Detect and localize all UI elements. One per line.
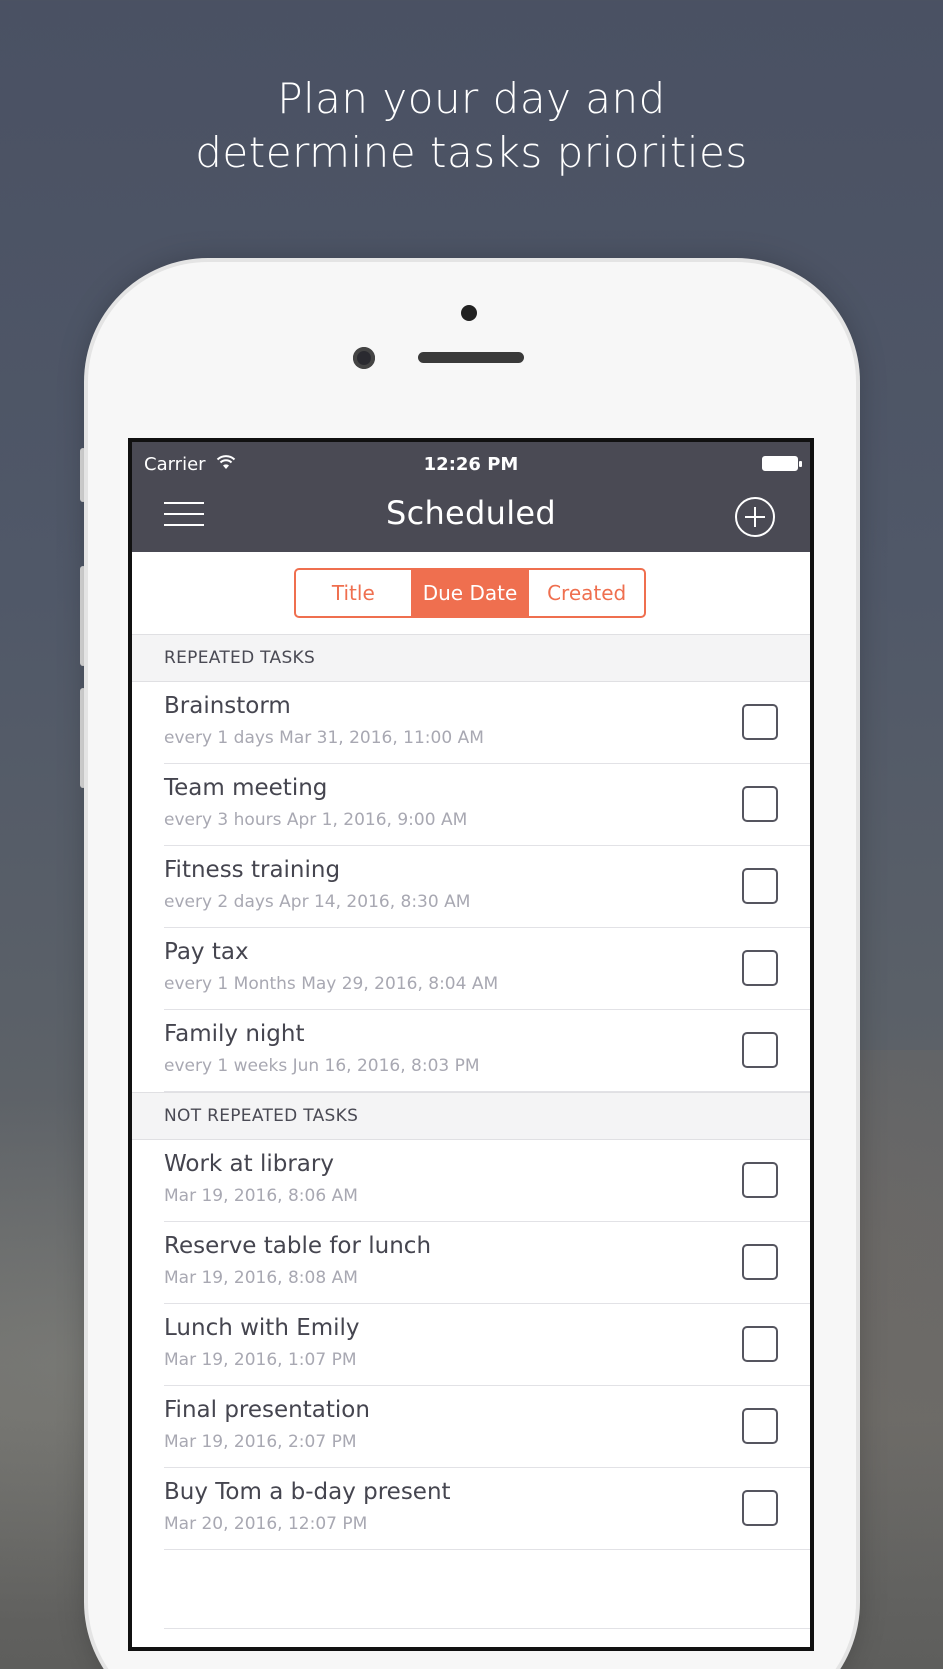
list-item[interactable]: Family night every 1 weeks Jun 16, 2016,…: [132, 1010, 810, 1092]
list-item[interactable]: Pay tax every 1 Months May 29, 2016, 8:0…: [132, 928, 810, 1010]
task-date: Mar 19, 2016, 8:06 AM: [164, 1186, 358, 1206]
not-repeated-task-list: Work at library Mar 19, 2016, 8:06 AM Re…: [132, 1140, 810, 1550]
task-title: Buy Tom a b-day present: [164, 1479, 451, 1505]
proximity-sensor: [461, 305, 477, 321]
task-checkbox[interactable]: [742, 1326, 778, 1362]
volume-down-button: [80, 688, 86, 788]
mute-switch: [80, 448, 86, 502]
task-schedule: every 1 days Mar 31, 2016, 11:00 AM: [164, 728, 484, 748]
tab-created[interactable]: Created: [527, 570, 644, 616]
task-date: Mar 20, 2016, 12:07 PM: [164, 1514, 368, 1534]
battery-icon: [762, 456, 802, 471]
navigation-bar: Carrier 12:26 PM Scheduled: [132, 442, 810, 552]
volume-up-button: [80, 566, 86, 666]
task-checkbox[interactable]: [742, 1408, 778, 1444]
task-schedule: every 1 Months May 29, 2016, 8:04 AM: [164, 974, 499, 994]
tab-due-date[interactable]: Due Date: [410, 570, 528, 616]
task-date: Mar 19, 2016, 8:08 AM: [164, 1268, 358, 1288]
sort-segmented-control: Title Due Date Created: [294, 568, 646, 618]
list-item[interactable]: Lunch with Emily Mar 19, 2016, 1:07 PM: [132, 1304, 810, 1386]
task-checkbox[interactable]: [742, 950, 778, 986]
task-schedule: every 1 weeks Jun 16, 2016, 8:03 PM: [164, 1056, 480, 1076]
task-checkbox[interactable]: [742, 786, 778, 822]
task-schedule: every 3 hours Apr 1, 2016, 9:00 AM: [164, 810, 468, 830]
marketing-headline: Plan your day and determine tasks priori…: [0, 72, 943, 180]
task-title: Fitness training: [164, 857, 341, 883]
task-title: Final presentation: [164, 1397, 370, 1423]
headline-line-1: Plan your day and: [277, 74, 666, 123]
plus-circle-icon[interactable]: [735, 497, 775, 537]
task-checkbox[interactable]: [742, 704, 778, 740]
app-screen: Carrier 12:26 PM Scheduled Title Due Dat…: [128, 438, 814, 1651]
page-title: Scheduled: [385, 494, 557, 532]
task-checkbox[interactable]: [742, 868, 778, 904]
tab-title[interactable]: Title: [296, 570, 411, 616]
section-header-repeated: REPEATED TASKS: [132, 634, 810, 682]
task-checkbox[interactable]: [742, 1032, 778, 1068]
task-title: Lunch with Emily: [164, 1315, 360, 1341]
list-item[interactable]: Buy Tom a b-day present Mar 20, 2016, 12…: [132, 1468, 810, 1550]
task-checkbox[interactable]: [742, 1244, 778, 1280]
task-title: Team meeting: [164, 775, 328, 801]
section-header-not-repeated: NOT REPEATED TASKS: [132, 1092, 810, 1140]
front-camera-icon: [353, 347, 375, 369]
repeated-task-list: Brainstorm every 1 days Mar 31, 2016, 11…: [132, 682, 810, 1092]
list-item[interactable]: Reserve table for lunch Mar 19, 2016, 8:…: [132, 1222, 810, 1304]
task-title: Reserve table for lunch: [164, 1233, 432, 1259]
task-date: Mar 19, 2016, 2:07 PM: [164, 1432, 357, 1452]
headline-line-2: determine tasks priorities: [195, 128, 748, 177]
divider: [164, 1628, 810, 1629]
earpiece-speaker: [418, 352, 524, 363]
task-title: Family night: [164, 1021, 305, 1047]
task-title: Work at library: [164, 1151, 334, 1177]
list-item[interactable]: Brainstorm every 1 days Mar 31, 2016, 11…: [132, 682, 810, 764]
task-date: Mar 19, 2016, 1:07 PM: [164, 1350, 357, 1370]
list-item[interactable]: Team meeting every 3 hours Apr 1, 2016, …: [132, 764, 810, 846]
task-checkbox[interactable]: [742, 1162, 778, 1198]
list-item[interactable]: Final presentation Mar 19, 2016, 2:07 PM: [132, 1386, 810, 1468]
task-title: Pay tax: [164, 939, 249, 965]
list-item[interactable]: Fitness training every 2 days Apr 14, 20…: [132, 846, 810, 928]
status-bar: Carrier 12:26 PM: [132, 442, 810, 482]
task-title: Brainstorm: [164, 693, 291, 719]
task-schedule: every 2 days Apr 14, 2016, 8:30 AM: [164, 892, 471, 912]
task-checkbox[interactable]: [742, 1490, 778, 1526]
clock: 12:26 PM: [423, 454, 519, 475]
list-item[interactable]: Work at library Mar 19, 2016, 8:06 AM: [132, 1140, 810, 1222]
